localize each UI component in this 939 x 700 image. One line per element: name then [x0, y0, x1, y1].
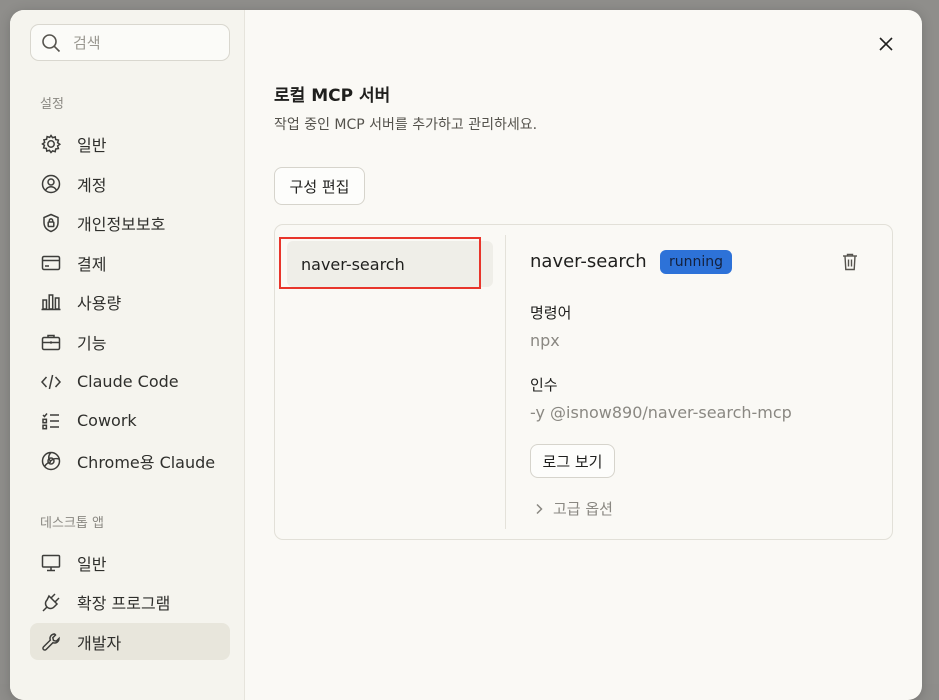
view-logs-button[interactable]: 로그 보기 [530, 444, 615, 478]
sidebar-item-chrome-claude[interactable]: Chrome용 Claude [30, 442, 230, 479]
args-label: 인수 [530, 376, 558, 394]
briefcase-icon [41, 334, 61, 350]
bar-chart-icon [41, 293, 61, 310]
plug-icon [42, 592, 60, 612]
settings-section-label: 설정 [40, 97, 64, 112]
sidebar-item-extensions[interactable]: 확장 프로그램 [30, 583, 230, 620]
search-icon [42, 33, 61, 52]
sidebar-item-developer[interactable]: 개발자 [30, 623, 230, 660]
user-circle-icon [41, 174, 61, 193]
panel-divider [505, 235, 506, 529]
sidebar-item-label: 기능 [77, 333, 107, 353]
edit-config-button[interactable]: 구성 편집 [274, 167, 365, 205]
settings-modal: 설정 일반 계정 개인정보보호 결제 [10, 10, 922, 700]
delete-server-button[interactable] [841, 252, 859, 272]
sidebar-item-features[interactable]: 기능 [30, 323, 230, 360]
command-value: npx [530, 331, 560, 350]
sidebar-item-label: Claude Code [77, 372, 179, 391]
sidebar-item-cowork[interactable]: Cowork [30, 402, 230, 439]
sidebar-item-label: 개인정보보호 [77, 214, 166, 234]
monitor-icon [41, 554, 61, 571]
trash-icon [843, 253, 857, 271]
close-icon [879, 37, 893, 51]
desktop-section-label: 데스크톱 앱 [40, 516, 104, 531]
globe-icon [41, 451, 61, 470]
server-list-item-naver-search[interactable]: naver-search [287, 241, 493, 287]
wrench-icon [42, 632, 60, 651]
sidebar-item-usage[interactable]: 사용량 [30, 283, 230, 320]
sidebar-item-label: Cowork [77, 411, 137, 430]
mcp-server-panel: naver-search naver-search running 명령어 np… [274, 224, 893, 540]
advanced-options-label: 고급 옵션 [553, 500, 613, 518]
settings-sidebar: 설정 일반 계정 개인정보보호 결제 [10, 10, 245, 700]
sidebar-item-claude-code[interactable]: Claude Code [30, 363, 230, 400]
sidebar-item-general[interactable]: 일반 [30, 125, 230, 162]
server-detail-name: naver-search [530, 251, 647, 272]
server-list-item-label: naver-search [301, 254, 405, 274]
sidebar-item-label: Chrome용 Claude [77, 452, 216, 472]
sidebar-item-privacy[interactable]: 개인정보보호 [30, 204, 230, 241]
gear-icon [41, 133, 62, 154]
advanced-options-toggle[interactable]: 고급 옵션 [533, 498, 613, 519]
command-label: 명령어 [530, 304, 572, 322]
sidebar-item-label: 개발자 [77, 633, 122, 653]
sidebar-item-label: 확장 프로그램 [77, 593, 171, 613]
chevron-right-icon [536, 503, 543, 514]
page-subtitle: 작업 중인 MCP 서버를 추가하고 관리하세요. [274, 117, 538, 133]
sidebar-item-label: 결제 [77, 254, 107, 274]
sidebar-item-account[interactable]: 계정 [30, 165, 230, 202]
search-box[interactable] [30, 24, 230, 61]
checklist-icon [42, 412, 59, 429]
shield-icon [43, 213, 59, 232]
sidebar-item-label: 사용량 [77, 293, 122, 313]
status-badge: running [660, 250, 733, 274]
sidebar-item-label: 계정 [77, 175, 107, 195]
sidebar-item-label: 일반 [77, 554, 107, 574]
close-button[interactable] [874, 32, 898, 56]
args-value: -y @isnow890/naver-search-mcp [530, 403, 792, 422]
code-icon [40, 374, 62, 389]
credit-card-icon [41, 255, 61, 270]
search-input[interactable] [73, 33, 203, 52]
sidebar-item-billing[interactable]: 결제 [30, 244, 230, 281]
sidebar-item-desktop-general[interactable]: 일반 [30, 544, 230, 581]
page-title: 로컬 MCP 서버 [274, 86, 391, 106]
sidebar-item-label: 일반 [77, 135, 107, 155]
